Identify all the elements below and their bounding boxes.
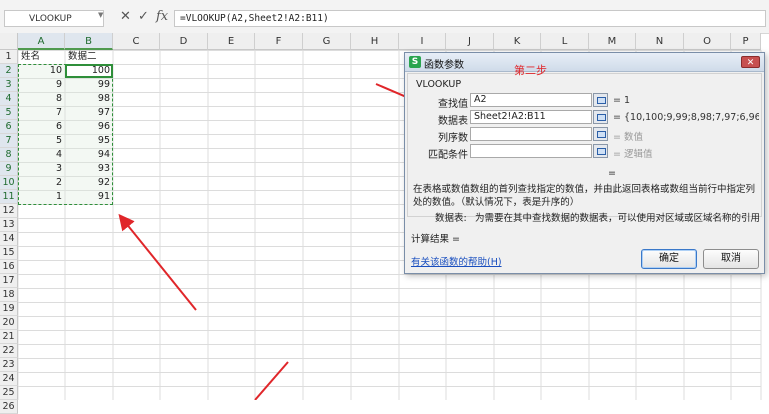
arg-label-lookup-value: 查找值 — [438, 99, 468, 110]
range-select-icon[interactable] — [593, 110, 608, 124]
arg-label-col-index: 列序数 — [438, 133, 468, 144]
arg-help-label: 数据表: — [435, 213, 467, 224]
arg-result-lookup-value: = 1 — [613, 95, 631, 106]
lookup-value-input[interactable]: A2 — [470, 93, 592, 107]
function-help-link[interactable]: 有关该函数的帮助(H) — [411, 254, 502, 268]
table-array-input[interactable]: Sheet2!A2:B11 — [470, 110, 592, 124]
dialog-title: 函数参数 — [424, 60, 464, 71]
arrow-to-selected-range — [118, 213, 197, 311]
range-select-icon[interactable] — [593, 93, 608, 107]
range-select-icon[interactable] — [593, 144, 608, 158]
arg-label-table-array: 数据表 — [438, 116, 468, 127]
arg-result-table-array: = {10,100;9,99;8,98;7,97;6,96;5,... — [613, 112, 759, 123]
calc-result: 计算结果 = — [411, 234, 460, 245]
arg-result-range-lookup: = 逻辑值 — [613, 149, 653, 160]
arg-help-text: 为需要在其中查找数据的数据表，可以使用对区域或区域名称的引用 — [475, 213, 760, 224]
dialog-title-bar[interactable]: S 函数参数 ✕ — [405, 53, 764, 72]
function-arguments-dialog: S 函数参数 ✕ VLOOKUP 查找值 A2 = 1 数据表 Sheet2!A… — [404, 52, 765, 274]
ok-button[interactable]: 确定 — [641, 249, 697, 269]
arg-result-col-index: = 数值 — [613, 132, 643, 143]
wps-logo-icon: S — [409, 56, 421, 68]
arguments-group: VLOOKUP 查找值 A2 = 1 数据表 Sheet2!A2:B11 = {… — [407, 73, 762, 217]
function-name: VLOOKUP — [416, 79, 462, 90]
cancel-button[interactable]: 取消 — [703, 249, 759, 269]
row-header-26[interactable]: 26 — [0, 400, 18, 414]
range-select-icon[interactable] — [593, 127, 608, 141]
overall-result: = — [608, 168, 616, 179]
function-description: 在表格或数值数组的首列查找指定的数值，并由此返回表格或数组当前行中指定列处的数值… — [413, 184, 756, 208]
arrow-bottom — [254, 361, 289, 400]
range-lookup-input[interactable] — [470, 144, 592, 158]
col-index-input[interactable] — [470, 127, 592, 141]
step-annotation: 第二步 — [514, 64, 547, 77]
arg-label-range-lookup: 匹配条件 — [428, 150, 468, 161]
close-icon[interactable]: ✕ — [741, 56, 760, 68]
